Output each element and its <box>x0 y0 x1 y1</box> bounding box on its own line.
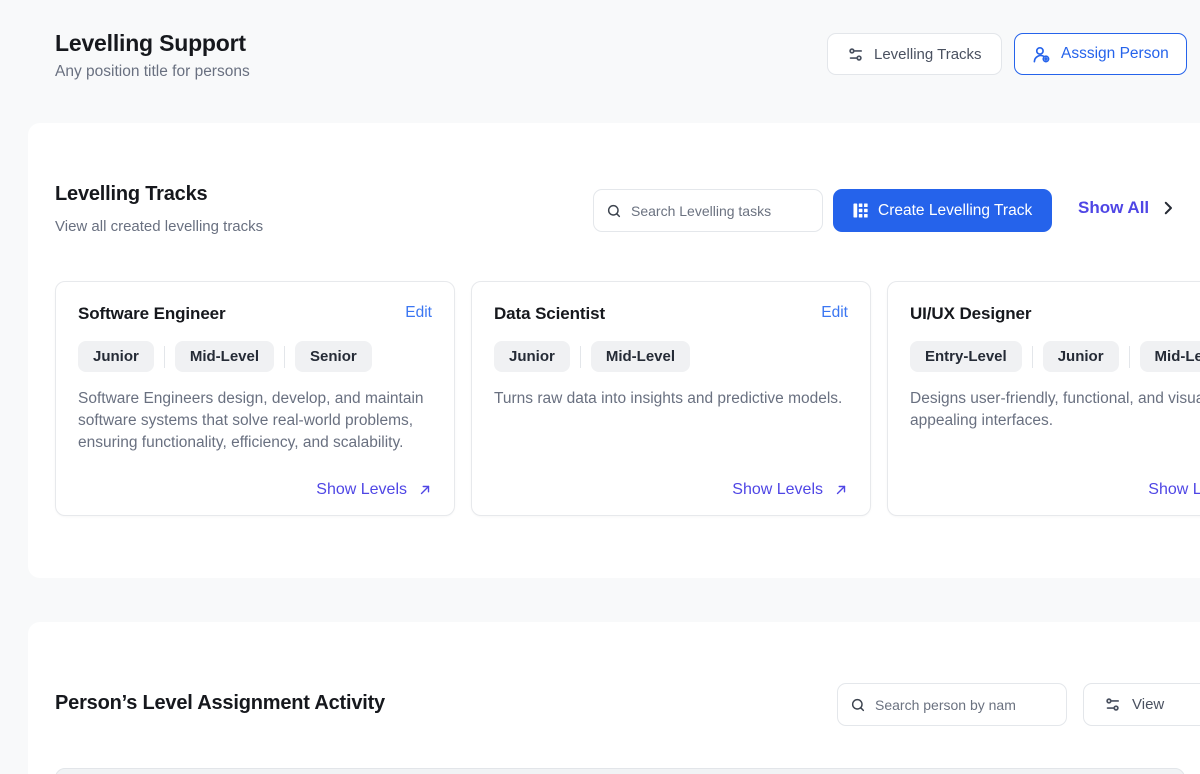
arrow-up-right-icon <box>834 483 848 497</box>
sliders-settings-icon <box>847 46 864 63</box>
level-badges: Entry-Level Junior Mid-Level <box>910 341 1200 372</box>
page-title: Levelling Support <box>55 30 246 57</box>
activity-table-header-strip <box>55 768 1185 774</box>
track-cards-row: Software Engineer Edit Junior Mid-Level … <box>55 281 1200 516</box>
view-button-label: View <box>1132 696 1164 713</box>
badge-divider <box>580 346 581 368</box>
badge-divider <box>284 346 285 368</box>
track-card-uiux-designer: UI/UX Designer Edit Entry-Level Junior M… <box>887 281 1200 516</box>
search-tracks-input[interactable] <box>631 203 810 219</box>
edit-link[interactable]: Edit <box>821 304 848 322</box>
show-all-label: Show All <box>1078 198 1149 218</box>
levelling-tracks-button[interactable]: Levelling Tracks <box>827 33 1002 75</box>
create-levelling-track-label: Create Levelling Track <box>878 202 1032 220</box>
show-levels-label: Show Levels <box>1148 481 1200 499</box>
search-person-box <box>837 683 1067 726</box>
user-plus-icon <box>1032 45 1051 64</box>
show-levels-link[interactable]: Show Levels <box>1148 481 1200 499</box>
level-badges: Junior Mid-Level Senior <box>78 341 432 372</box>
page-subtitle: Any position title for persons <box>55 63 250 81</box>
badge-divider <box>1129 346 1130 368</box>
sliders-settings-icon <box>1104 696 1121 713</box>
badge-divider <box>164 346 165 368</box>
track-card-data-scientist: Data Scientist Edit Junior Mid-Level Tur… <box>471 281 871 516</box>
level-badge: Mid-Level <box>591 341 690 372</box>
assign-person-button[interactable]: Asssign Person <box>1014 33 1187 75</box>
show-levels-link[interactable]: Show Levels <box>316 481 432 499</box>
assign-person-button-label: Asssign Person <box>1061 45 1169 63</box>
search-person-input[interactable] <box>875 697 1054 713</box>
tracks-section-title: Levelling Tracks <box>55 183 207 206</box>
search-tracks-box <box>593 189 823 232</box>
track-card-title: Software Engineer <box>78 304 226 324</box>
level-badge: Senior <box>295 341 372 372</box>
level-badge: Mid-Level <box>1140 341 1200 372</box>
track-card-description: Software Engineers design, develop, and … <box>78 388 436 454</box>
show-levels-link[interactable]: Show Levels <box>732 481 848 499</box>
level-badge: Mid-Level <box>175 341 274 372</box>
track-card-description: Designs user-friendly, functional, and v… <box>910 388 1200 432</box>
search-icon <box>606 203 622 219</box>
edit-link[interactable]: Edit <box>405 304 432 322</box>
track-card-title: Data Scientist <box>494 304 605 324</box>
kanban-grid-icon <box>853 203 868 218</box>
show-levels-label: Show Levels <box>316 481 407 499</box>
badge-divider <box>1032 346 1033 368</box>
levelling-tracks-button-label: Levelling Tracks <box>874 46 982 63</box>
assignment-activity-section: Person’s Level Assignment Activity View <box>28 622 1200 774</box>
level-badges: Junior Mid-Level <box>494 341 848 372</box>
level-badge: Junior <box>1043 341 1119 372</box>
levelling-tracks-section: Levelling Tracks View all created levell… <box>28 123 1200 578</box>
level-badge: Junior <box>78 341 154 372</box>
track-card-software-engineer: Software Engineer Edit Junior Mid-Level … <box>55 281 455 516</box>
create-levelling-track-button[interactable]: Create Levelling Track <box>833 189 1052 232</box>
activity-section-title: Person’s Level Assignment Activity <box>55 692 385 715</box>
view-button[interactable]: View <box>1083 683 1200 726</box>
show-levels-label: Show Levels <box>732 481 823 499</box>
chevron-right-icon <box>1159 199 1177 217</box>
search-icon <box>850 697 866 713</box>
arrow-up-right-icon <box>418 483 432 497</box>
track-card-title: UI/UX Designer <box>910 304 1031 324</box>
track-card-description: Turns raw data into insights and predict… <box>494 388 852 410</box>
page: Levelling Support Any position title for… <box>0 0 1200 774</box>
level-badge: Entry-Level <box>910 341 1022 372</box>
show-all-link[interactable]: Show All <box>1078 198 1177 218</box>
level-badge: Junior <box>494 341 570 372</box>
tracks-section-subtitle: View all created levelling tracks <box>55 218 263 235</box>
